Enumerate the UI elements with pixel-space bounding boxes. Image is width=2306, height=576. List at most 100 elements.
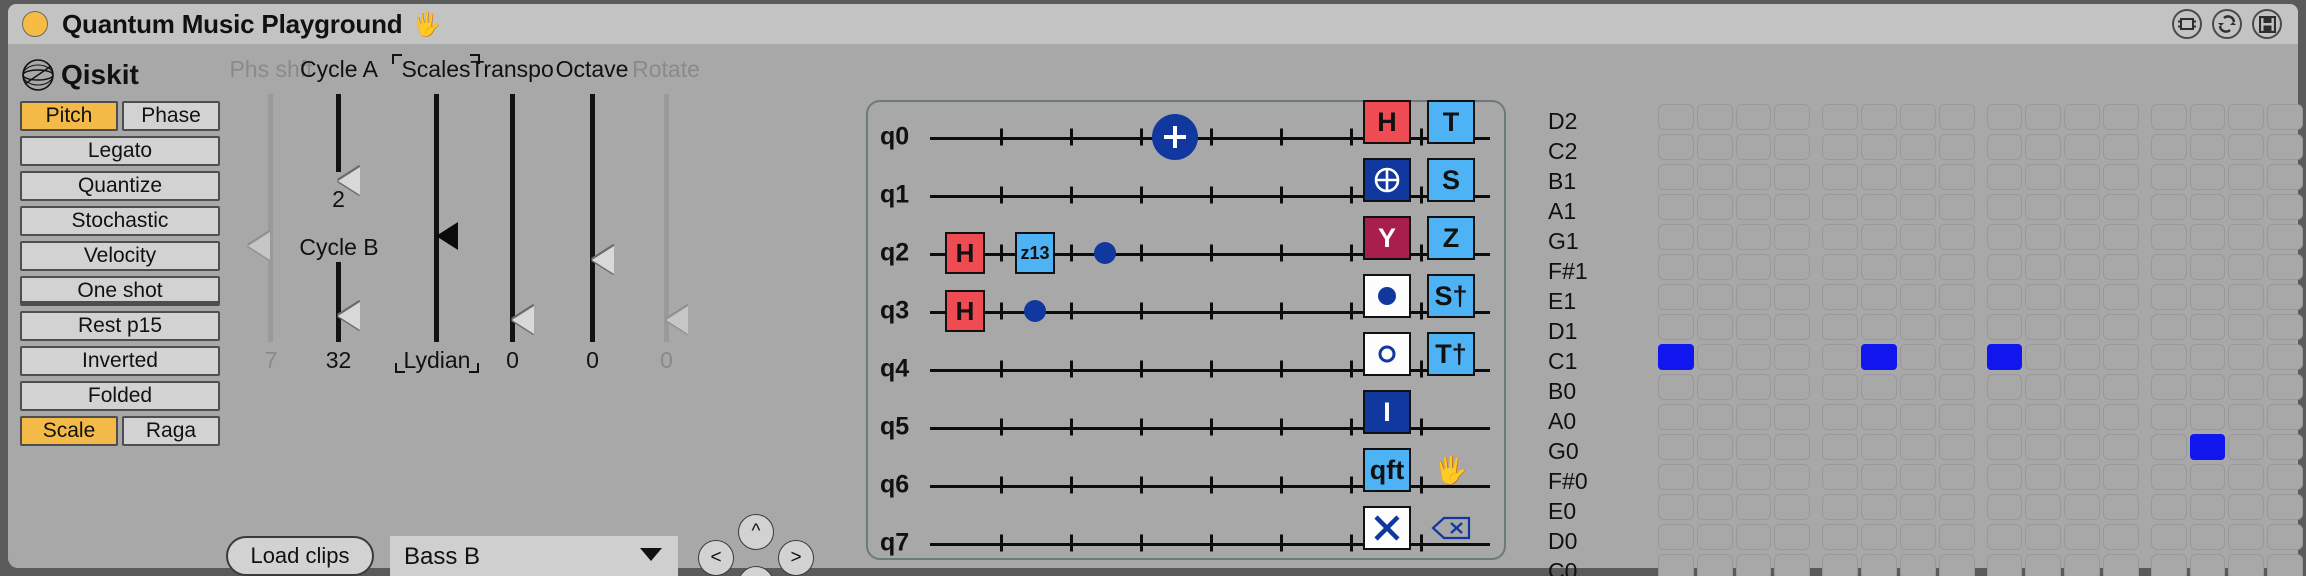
palette-pauli-z-gate[interactable]: Z — [1427, 216, 1475, 260]
grid-cell-r15-c5[interactable] — [1861, 554, 1897, 576]
grid-cell-r6-c14[interactable] — [2228, 284, 2265, 310]
grid-cell-r14-c10[interactable] — [2064, 524, 2100, 550]
grid-cell-r1-c14[interactable] — [2228, 134, 2265, 160]
grid-cell-r14-c8[interactable] — [1986, 524, 2023, 550]
grid-cell-r10-c4[interactable] — [1822, 404, 1859, 430]
grid-cell-r11-c12[interactable] — [2150, 434, 2187, 460]
load-clips-button[interactable]: Load clips — [226, 536, 374, 576]
grid-cell-r15-c13[interactable] — [2189, 554, 2226, 576]
grid-cell-r6-c9[interactable] — [2025, 284, 2062, 310]
grid-cell-r9-c11[interactable] — [2102, 374, 2139, 400]
grid-cell-r15-c11[interactable] — [2102, 554, 2139, 576]
save-icon[interactable] — [2252, 9, 2282, 39]
grid-cell-r6-c7[interactable] — [1938, 284, 1975, 310]
grid-cell-r4-c5[interactable] — [1861, 224, 1897, 250]
grid-cell-r11-c7[interactable] — [1938, 434, 1975, 460]
grid-cell-r2-c14[interactable] — [2228, 164, 2265, 190]
grid-cell-r9-c3[interactable] — [1774, 374, 1811, 400]
grid-cell-r10-c10[interactable] — [2064, 404, 2100, 430]
grid-cell-r11-c11[interactable] — [2102, 434, 2139, 460]
grid-cell-r4-c3[interactable] — [1774, 224, 1811, 250]
grid-cell-r15-c7[interactable] — [1938, 554, 1975, 576]
grid-cell-r3-c0[interactable] — [1658, 194, 1694, 220]
grid-cell-r5-c13[interactable] — [2189, 254, 2226, 280]
grid-cell-r11-c8[interactable] — [1986, 434, 2023, 460]
grid-cell-r5-c7[interactable] — [1938, 254, 1975, 280]
grid-cell-r0-c7[interactable] — [1938, 104, 1975, 130]
transpo-thumb[interactable] — [512, 306, 534, 334]
grid-cell-r15-c8[interactable] — [1986, 554, 2023, 576]
palette-qft-gate[interactable]: qft — [1363, 448, 1411, 492]
grid-cell-r3-c14[interactable] — [2228, 194, 2265, 220]
grid-cell-r0-c9[interactable] — [2025, 104, 2062, 130]
grid-cell-r13-c6[interactable] — [1899, 494, 1936, 520]
grid-cell-r2-c9[interactable] — [2025, 164, 2062, 190]
grid-cell-r12-c5[interactable] — [1861, 464, 1897, 490]
grid-cell-r11-c4[interactable] — [1822, 434, 1859, 460]
grid-cell-r0-c3[interactable] — [1774, 104, 1811, 130]
grid-cell-r4-c10[interactable] — [2064, 224, 2100, 250]
grid-cell-r1-c1[interactable] — [1696, 134, 1733, 160]
grid-cell-r12-c12[interactable] — [2150, 464, 2187, 490]
grid-cell-r8-c11[interactable] — [2102, 344, 2139, 370]
grid-cell-r10-c1[interactable] — [1696, 404, 1733, 430]
grid-cell-r15-c3[interactable] — [1774, 554, 1811, 576]
grid-cell-r8-c4[interactable] — [1822, 344, 1859, 370]
grid-cell-r9-c13[interactable] — [2189, 374, 2226, 400]
scale-button[interactable]: Scale — [20, 416, 118, 446]
grid-cell-r11-c9[interactable] — [2025, 434, 2062, 460]
grid-cell-r4-c0[interactable] — [1658, 224, 1694, 250]
grid-cell-r11-c15[interactable] — [2267, 434, 2303, 460]
palette-hand-tool[interactable]: 🖐 — [1427, 448, 1475, 492]
grid-cell-r3-c6[interactable] — [1899, 194, 1936, 220]
grid-cell-r5-c9[interactable] — [2025, 254, 2062, 280]
grid-cell-r12-c9[interactable] — [2025, 464, 2062, 490]
grid-cell-r8-c15[interactable] — [2267, 344, 2303, 370]
grid-cell-r8-c5[interactable] — [1861, 344, 1897, 370]
gate-h-on-wire[interactable]: H — [945, 290, 985, 332]
grid-cell-r6-c5[interactable] — [1861, 284, 1897, 310]
grid-cell-r7-c1[interactable] — [1696, 314, 1733, 340]
grid-cell-r8-c1[interactable] — [1696, 344, 1733, 370]
grid-cell-r6-c6[interactable] — [1899, 284, 1936, 310]
grid-cell-r1-c3[interactable] — [1774, 134, 1811, 160]
grid-cell-r14-c13[interactable] — [2189, 524, 2226, 550]
grid-cell-r10-c13[interactable] — [2189, 404, 2226, 430]
grid-cell-r14-c5[interactable] — [1861, 524, 1897, 550]
grid-cell-r3-c2[interactable] — [1735, 194, 1772, 220]
grid-cell-r1-c2[interactable] — [1735, 134, 1772, 160]
grid-cell-r8-c3[interactable] — [1774, 344, 1811, 370]
grid-cell-r5-c8[interactable] — [1986, 254, 2023, 280]
grid-cell-r3-c13[interactable] — [2189, 194, 2226, 220]
inverted-button[interactable]: Inverted — [20, 346, 220, 376]
palette-pauli-y-gate[interactable]: Y — [1363, 216, 1411, 260]
grid-cell-r12-c3[interactable] — [1774, 464, 1811, 490]
grid-cell-r6-c8[interactable] — [1986, 284, 2023, 310]
grid-cell-r6-c3[interactable] — [1774, 284, 1811, 310]
refresh-icon[interactable] — [2212, 9, 2242, 39]
grid-cell-r13-c11[interactable] — [2102, 494, 2139, 520]
grid-cell-r7-c2[interactable] — [1735, 314, 1772, 340]
grid-cell-r10-c0[interactable] — [1658, 404, 1694, 430]
grid-cell-r3-c3[interactable] — [1774, 194, 1811, 220]
grid-cell-r5-c12[interactable] — [2150, 254, 2187, 280]
scales-thumb[interactable] — [436, 222, 458, 250]
grid-cell-r14-c4[interactable] — [1822, 524, 1859, 550]
scales-track[interactable] — [434, 94, 439, 342]
grid-cell-r9-c4[interactable] — [1822, 374, 1859, 400]
grid-cell-r1-c0[interactable] — [1658, 134, 1694, 160]
grid-cell-r9-c15[interactable] — [2267, 374, 2303, 400]
gate-z13-on-wire[interactable]: z13 — [1015, 232, 1055, 274]
grid-cell-r10-c14[interactable] — [2228, 404, 2265, 430]
grid-cell-r8-c10[interactable] — [2064, 344, 2100, 370]
grid-cell-r11-c3[interactable] — [1774, 434, 1811, 460]
grid-cell-r3-c4[interactable] — [1822, 194, 1859, 220]
grid-cell-r15-c10[interactable] — [2064, 554, 2100, 576]
grid-cell-r11-c13[interactable] — [2189, 434, 2226, 460]
grid-cell-r5-c10[interactable] — [2064, 254, 2100, 280]
grid-cell-r12-c2[interactable] — [1735, 464, 1772, 490]
grid-cell-r1-c13[interactable] — [2189, 134, 2226, 160]
grid-cell-r9-c9[interactable] — [2025, 374, 2062, 400]
grid-cell-r13-c3[interactable] — [1774, 494, 1811, 520]
grid-cell-r12-c4[interactable] — [1822, 464, 1859, 490]
